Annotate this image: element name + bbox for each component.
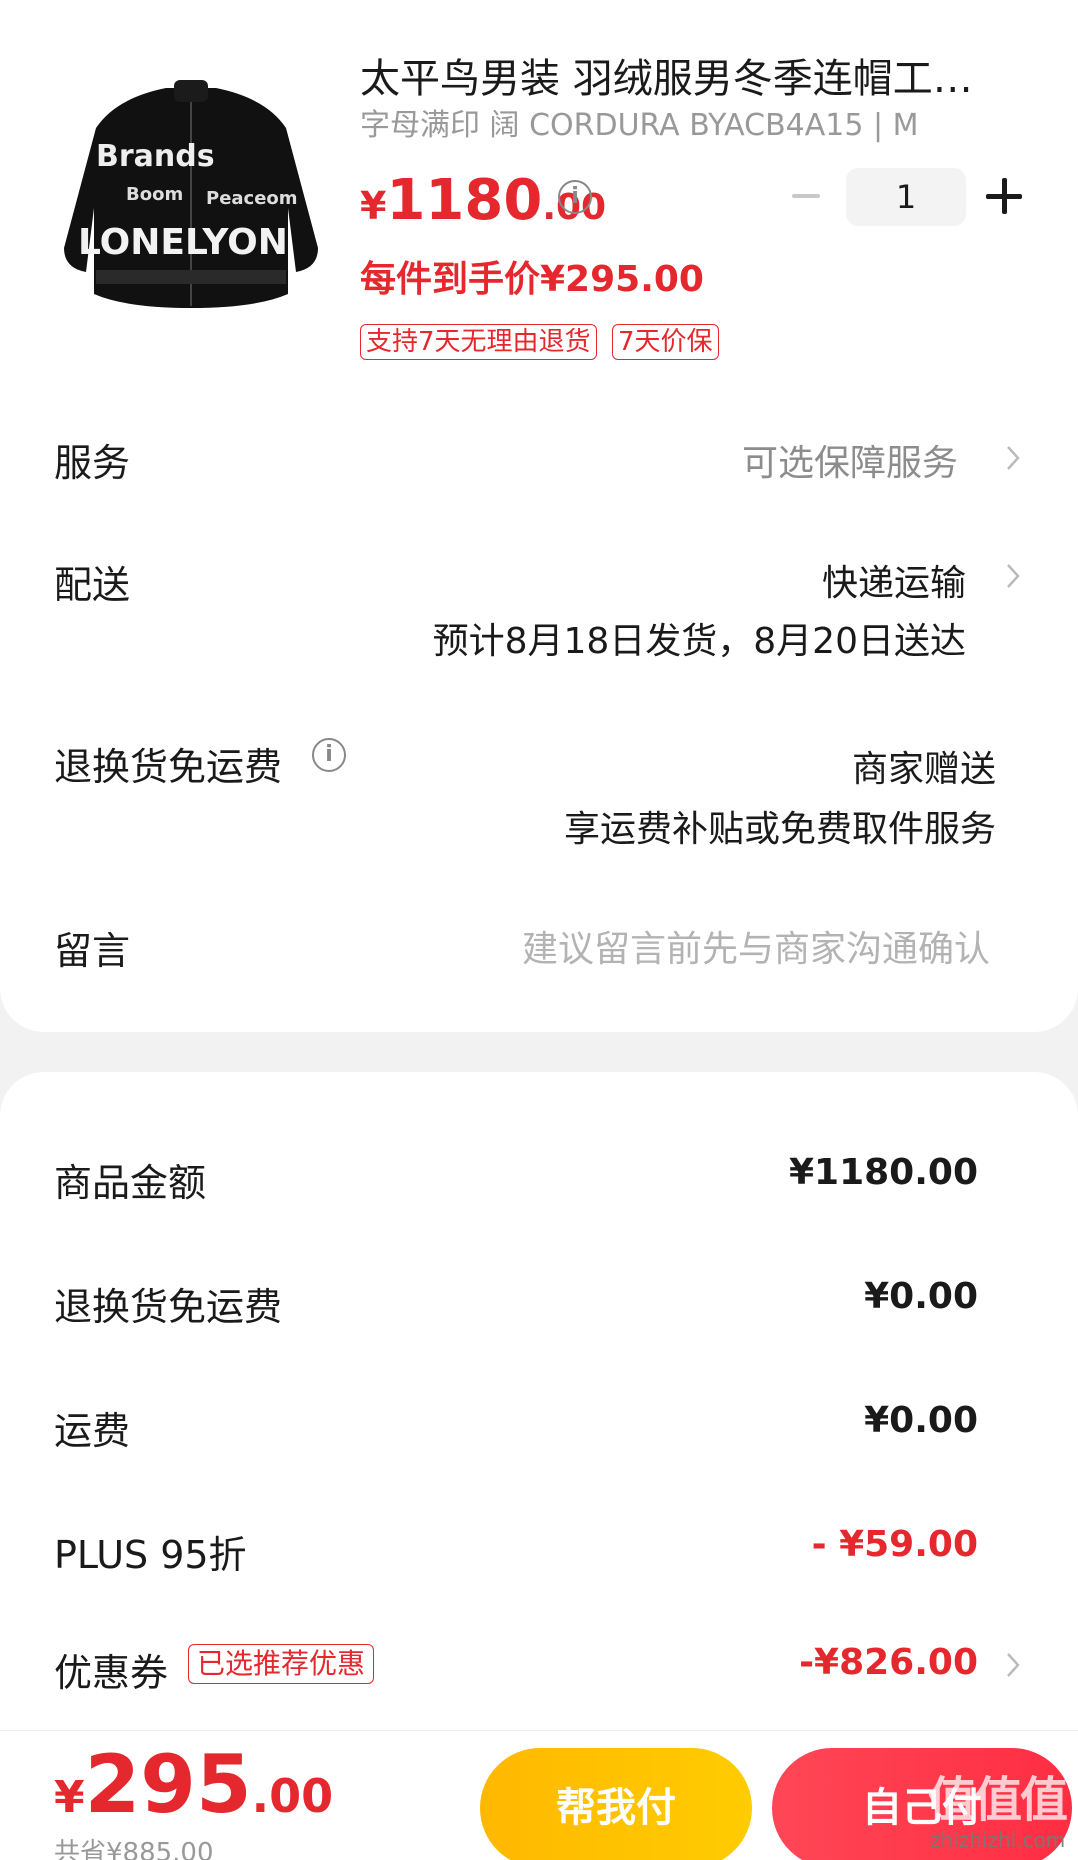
service-label: 服务 (54, 441, 131, 485)
watermark-url: zhizhizhi.com (930, 1828, 1066, 1852)
price-protection-tag: 7天价保 (612, 324, 719, 360)
watermark: 值值值 (928, 1772, 1068, 1828)
jacket-print-1: Brands (96, 139, 215, 174)
goods-amount-value: ¥1180.00 (788, 1152, 978, 1193)
total-integer: 295 (84, 1738, 252, 1831)
product-image[interactable]: Brands Boom Peaceom LONELYON (56, 58, 326, 328)
coupon-label: 优惠券 (54, 1651, 169, 1695)
unit-price: 每件到手价¥295.00 (360, 259, 704, 300)
price-integer: 1180 (386, 168, 543, 233)
chevron-right-icon[interactable] (1002, 1648, 1024, 1682)
delivery-label: 配送 (54, 563, 131, 607)
goods-amount-label: 商品金额 (54, 1161, 207, 1205)
freight-value: ¥0.00 (864, 1400, 978, 1441)
jacket-print-3: Peaceom (206, 188, 298, 209)
coupon-selected-tag[interactable]: 已选推荐优惠 (188, 1644, 375, 1684)
return-shipping-desc: 享运费补贴或免费取件服务 (563, 809, 996, 850)
quantity-input[interactable]: 1 (846, 168, 966, 226)
product-spec[interactable]: 字母满印 阔 CORDURA BYACB4A15 | M (360, 100, 919, 144)
chevron-right-icon[interactable] (1002, 559, 1024, 593)
product-title[interactable]: 太平鸟男装 羽绒服男冬季连帽工装… (360, 46, 1000, 104)
return-fee-value: ¥0.00 (864, 1276, 978, 1317)
plus-discount-value: - ¥59.00 (811, 1524, 978, 1565)
decrease-quantity-button[interactable] (786, 176, 826, 216)
return-fee-label: 退换货免运费 (54, 1285, 283, 1329)
delivery-estimate: 预计8月18日发货，8月20日送达 (432, 621, 966, 662)
price-currency: ¥ (360, 184, 387, 228)
message-label: 留言 (54, 929, 131, 973)
help-me-pay-button[interactable]: 帮我付 (480, 1748, 752, 1860)
total-saved: 共省¥885.00 (54, 1838, 214, 1860)
increase-quantity-button[interactable] (986, 178, 1022, 214)
return-info-icon[interactable]: i (312, 738, 346, 772)
total-currency: ¥ (54, 1772, 85, 1823)
freight-label: 运费 (54, 1409, 131, 1453)
price-info-icon[interactable]: i (558, 180, 592, 214)
jacket-print-4: LONELYON (78, 222, 288, 263)
return-shipping-value: 商家赠送 (851, 749, 996, 790)
chevron-right-icon[interactable] (1002, 441, 1024, 475)
service-value[interactable]: 可选保障服务 (742, 434, 958, 486)
return-policy-tag: 支持7天无理由退货 (360, 324, 597, 360)
jacket-print-2: Boom (126, 184, 183, 205)
message-input[interactable]: 建议留言前先与商家沟通确认 (522, 920, 990, 972)
total-price: ¥295.00 (54, 1738, 333, 1831)
plus-discount-label: PLUS 95折 (54, 1533, 247, 1577)
total-decimal: .00 (251, 1769, 334, 1823)
delivery-method[interactable]: 快递运输 (822, 554, 966, 606)
coupon-value[interactable]: -¥826.00 (799, 1642, 978, 1683)
return-shipping-label: 退换货免运费 (54, 745, 283, 789)
